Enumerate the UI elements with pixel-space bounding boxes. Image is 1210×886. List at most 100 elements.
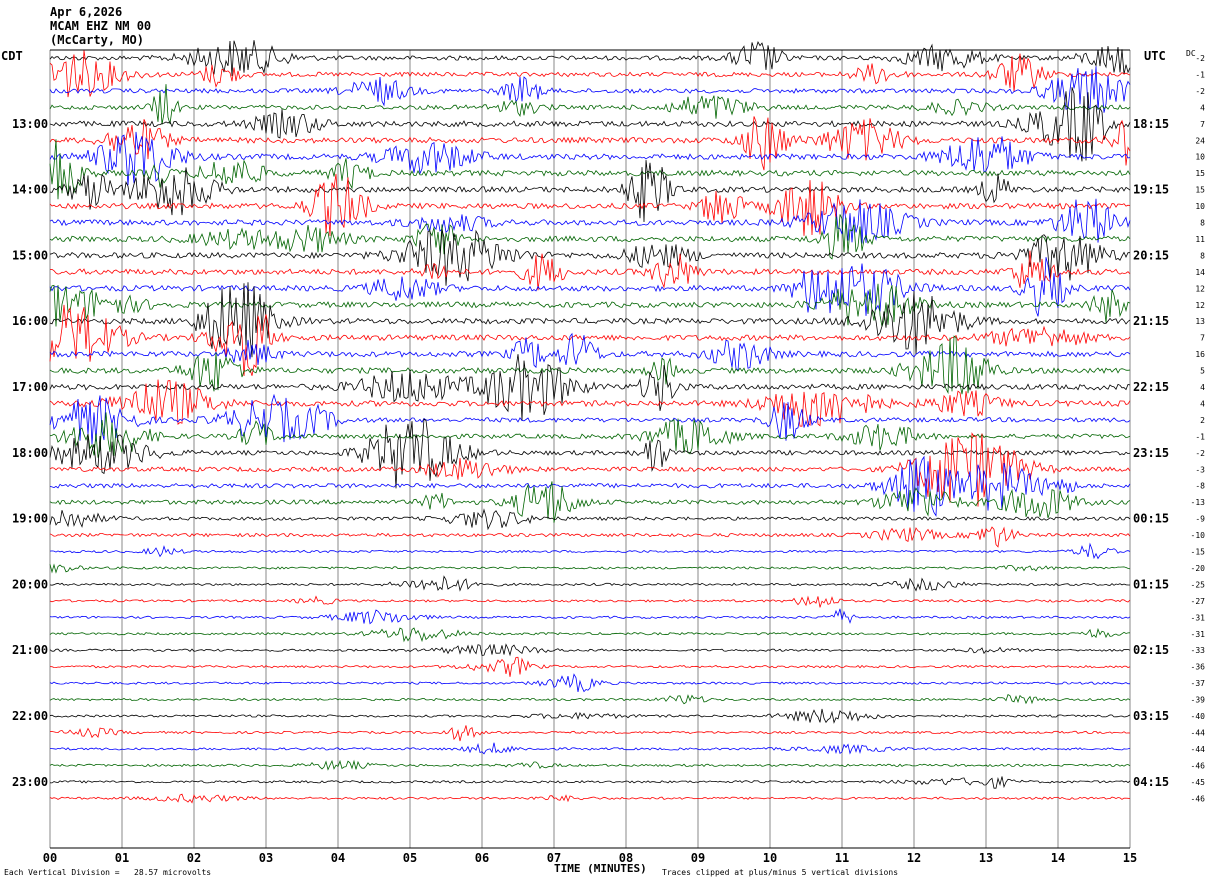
dc-offset-label: 4 [1200,383,1205,392]
dc-offset-label: 14 [1195,268,1205,277]
station-label: MCAM EHZ NM 00 [50,19,152,33]
dc-offset-label: 16 [1195,350,1205,359]
dc-offset-label: -44 [1191,728,1206,737]
dc-offset-label: -37 [1191,679,1206,688]
seismic-trace [49,214,1131,260]
dc-offset-label: -8 [1195,482,1205,491]
x-tick-label: 04 [331,851,345,865]
dc-offset-label: 5 [1200,367,1205,376]
seismic-trace [49,40,1131,77]
seismic-trace [49,595,1131,608]
seismic-trace [49,131,1131,186]
utc-hour-label: 19:15 [1133,183,1169,197]
cdt-hour-label: 20:00 [12,577,48,591]
seismic-trace [49,542,1131,560]
dc-offset-label: 8 [1200,251,1205,260]
seismic-trace [49,173,1131,237]
dc-offset-label: -27 [1191,597,1206,606]
dc-offset-label: 24 [1195,136,1205,145]
cdt-hour-label: 19:00 [12,512,48,526]
helicorder-plot: -2 -1 -2 4 7 24 10 15 15 10 8 11 8 14 12 12 13 7 16 5 4 4 2 -1 -… [12,40,1205,865]
dc-offset-label: 15 [1195,169,1205,178]
dc-offset-label: -3 [1195,465,1205,474]
location-label: (McCarty, MO) [50,33,144,47]
x-tick-label: 13 [979,851,993,865]
cdt-hour-label: 22:00 [12,709,48,723]
dc-offset-label: -20 [1191,564,1206,573]
cdt-hour-label: 13:00 [12,117,48,131]
dc-offset-label: -9 [1195,515,1205,524]
utc-hour-label: 22:15 [1133,380,1169,394]
dc-offset-label: 11 [1195,235,1205,244]
x-axis-title: TIME (MINUTES) [554,862,647,875]
seismic-trace [49,776,1131,789]
cdt-hour-label: 18:00 [12,446,48,460]
dc-offset-label: -31 [1191,613,1206,622]
dc-offset-label: 10 [1195,202,1205,211]
dc-offset-label: -40 [1191,712,1206,721]
cdt-hour-label: 15:00 [12,248,48,262]
dc-offset-label: -10 [1191,531,1206,540]
dc-offset-label: 7 [1200,334,1205,343]
utc-hour-label: 18:15 [1133,117,1169,131]
seismic-trace [49,508,1131,531]
x-tick-label: 12 [907,851,921,865]
dc-offset-label: 13 [1195,317,1205,326]
seismic-trace [49,160,1131,223]
seismic-trace [49,708,1131,724]
dc-offset-label: -1 [1195,70,1205,79]
dc-offset-label: 2 [1200,416,1205,425]
seismic-trace [49,694,1131,705]
vertical-division-note: Each Vertical Division = 28.57 microvolt… [4,868,212,877]
x-tick-label: 05 [403,851,417,865]
seismic-traces [49,40,1131,804]
seismic-trace [49,432,1131,507]
dc-offset-label: -46 [1191,761,1206,770]
dc-offset-label: -2 [1195,449,1205,458]
seismic-trace [49,759,1131,771]
seismic-trace [49,725,1131,742]
dc-offset-label: 4 [1200,103,1205,112]
right-timezone-label: UTC [1144,49,1166,63]
x-tick-label: 00 [43,851,57,865]
utc-hour-label: 02:15 [1133,643,1169,657]
dc-offset-label: 12 [1195,301,1205,310]
dc-offset-label: -15 [1191,548,1206,557]
utc-hour-label: 21:15 [1133,314,1169,328]
dc-offset-label: -31 [1191,630,1206,639]
clip-note: Traces clipped at plus/minus 5 vertical … [662,868,899,877]
seismic-trace [49,627,1131,643]
seismic-trace [49,656,1131,677]
seismic-trace [49,304,1131,377]
date-label: Apr 6,2026 [50,5,123,19]
axis-labels: -2 -1 -2 4 7 24 10 15 15 10 8 11 8 14 12 12 13 7 16 5 4 4 2 -1 -… [12,54,1205,865]
cdt-hour-label: 17:00 [12,380,48,394]
dc-offset-label: 4 [1200,399,1205,408]
seismic-trace [49,643,1131,657]
seismic-trace [49,50,1131,98]
x-tick-label: 10 [763,851,777,865]
seismic-trace [49,87,1131,162]
seismic-trace [49,608,1131,625]
utc-hour-label: 01:15 [1133,577,1169,591]
dc-offset-label: -46 [1191,794,1206,803]
dc-offset-label: -33 [1191,646,1206,655]
dc-offset-label: -25 [1191,580,1206,589]
dc-offset-label: 8 [1200,219,1205,228]
x-tick-label: 01 [115,851,129,865]
dc-offset-label: -44 [1191,745,1206,754]
cdt-hour-label: 23:00 [12,775,48,789]
utc-hour-label: 00:15 [1133,512,1169,526]
utc-hour-label: 23:15 [1133,446,1169,460]
seismic-trace [49,282,1131,358]
x-tick-label: 03 [259,851,273,865]
x-tick-label: 15 [1123,851,1137,865]
seismic-trace [49,793,1131,804]
cdt-hour-label: 21:00 [12,643,48,657]
dc-offset-label: -45 [1191,778,1206,787]
dc-offset-label: -1 [1195,432,1205,441]
dc-offset-label: -13 [1191,498,1206,507]
seismic-trace [49,575,1130,592]
seismic-trace [49,526,1131,548]
dc-offset-label: 10 [1195,153,1205,162]
